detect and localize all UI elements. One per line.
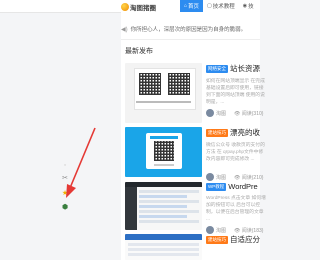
post-thumbnail[interactable] bbox=[125, 234, 202, 260]
qr-card-image bbox=[134, 68, 196, 110]
post-meta: 淘图 👁 阅读(183) bbox=[206, 226, 266, 234]
category-tag[interactable]: WP教程 bbox=[206, 182, 227, 191]
nav-item-label: 技术教程 bbox=[212, 4, 235, 10]
views-count: 阅读(310) bbox=[241, 110, 264, 117]
post-info: 建站技巧 漂亮的收 微信公众号 收款页的支付的方法 在 qrpay.php文件中… bbox=[206, 127, 266, 181]
category-tag[interactable]: 建站技巧 bbox=[206, 235, 228, 244]
post-views: 👁 阅读(183) bbox=[234, 227, 264, 234]
notice-bar: ◀) 你所担心人，深层次的原因是因为自身的脆弱。 bbox=[121, 25, 247, 34]
post-thumbnail[interactable] bbox=[125, 127, 202, 177]
payment-card-image bbox=[146, 133, 182, 169]
views-count: 阅读(210) bbox=[241, 174, 264, 181]
qr-code-icon bbox=[168, 73, 190, 95]
site-logo[interactable]: 淘图猪圈 bbox=[121, 2, 156, 12]
post-card[interactable]: 建站技巧 漂亮的收 微信公众号 收款页的支付的方法 在 qrpay.php文件中… bbox=[125, 127, 265, 181]
post-excerpt: 如何在网站顶端显示 在完成基础设置后即可使用，链接到下面的网站顶端 使用的说明是… bbox=[206, 79, 265, 105]
post-info: 建站技巧 自适应分 bbox=[206, 234, 266, 245]
shield-icon[interactable]: ⬢ bbox=[61, 204, 69, 212]
post-meta: 淘图 👁 阅读(310) bbox=[206, 109, 266, 117]
post-info: 网络安全 站长资源 如何在网站顶端显示 在完成基础设置后即可使用，链接到下面的网… bbox=[206, 63, 266, 117]
post-card[interactable]: 网络安全 站长资源 如何在网站顶端显示 在完成基础设置后即可使用，链接到下面的网… bbox=[125, 63, 265, 125]
avatar bbox=[206, 226, 214, 234]
post-info: WP教程 WordPre WordPress 点击文章 如何增加的按钮可以 后台… bbox=[206, 182, 266, 234]
post-thumbnail[interactable] bbox=[125, 182, 202, 230]
tools-icon[interactable]: ✂ bbox=[61, 175, 69, 183]
category-tag[interactable]: 网络安全 bbox=[206, 64, 228, 73]
speaker-icon: ◀) bbox=[121, 26, 128, 33]
post-views: 👁 阅读(310) bbox=[234, 110, 264, 117]
post-title[interactable]: 自适应分 bbox=[230, 234, 260, 245]
post-views: 👁 阅读(210) bbox=[234, 174, 264, 181]
post-title[interactable]: 漂亮的收 bbox=[230, 127, 260, 138]
file-icon[interactable]: ▫ bbox=[61, 162, 69, 170]
post-meta: 淘图 👁 阅读(210) bbox=[206, 173, 266, 181]
post-title[interactable]: WordPre bbox=[228, 182, 257, 191]
main-nav: ⌂ 首页 ▢ 技术教程 ◉ 技 bbox=[180, 0, 258, 12]
divider bbox=[121, 39, 260, 40]
qr-code-icon bbox=[154, 141, 174, 161]
post-author[interactable]: 淘图 bbox=[216, 227, 226, 234]
post-thumbnail[interactable] bbox=[125, 63, 202, 123]
nav-item-home[interactable]: ⌂ 首页 bbox=[180, 0, 204, 12]
thumbnail-caption-line bbox=[136, 101, 191, 103]
nav-item-more[interactable]: ◉ 技 bbox=[239, 0, 258, 12]
post-author[interactable]: 淘图 bbox=[216, 110, 226, 117]
list-screenshot bbox=[128, 243, 199, 258]
qr-code-icon bbox=[139, 73, 161, 95]
post-excerpt: WordPress 点击文章 如何增加的按钮可以 后台可以控制，以便在后台管理的… bbox=[206, 196, 266, 222]
post-card[interactable]: 建站技巧 自适应分 bbox=[125, 234, 260, 260]
main-content: ◀) 你所担心人，深层次的原因是因为自身的脆弱。 最新发布 网络安全 站长资源 … bbox=[121, 12, 266, 260]
user-icon: ◉ bbox=[242, 3, 248, 9]
notice-text: 你所担心人，深层次的原因是因为自身的脆弱。 bbox=[130, 27, 247, 33]
nav-item-label: 首页 bbox=[188, 4, 200, 10]
nav-item-tutorials[interactable]: ▢ 技术教程 bbox=[203, 0, 239, 12]
logo-icon bbox=[121, 2, 129, 11]
avatar bbox=[206, 109, 214, 117]
category-tag[interactable]: 建站技巧 bbox=[206, 128, 228, 137]
document-icon: ▢ bbox=[207, 3, 212, 9]
home-icon: ⌂ bbox=[184, 3, 188, 9]
admin-screenshot bbox=[139, 190, 199, 225]
views-count: 阅读(183) bbox=[241, 227, 264, 234]
avatar bbox=[206, 173, 214, 181]
post-card[interactable]: WP教程 WordPre WordPress 点击文章 如何增加的按钮可以 后台… bbox=[125, 182, 266, 234]
section-title: 最新发布 bbox=[125, 48, 153, 55]
logo-text: 淘图猪圈 bbox=[130, 4, 156, 12]
post-author[interactable]: 淘图 bbox=[216, 174, 226, 181]
post-title[interactable]: 站长资源 bbox=[230, 63, 260, 74]
star-icon[interactable]: ★ bbox=[61, 190, 69, 198]
post-excerpt: 微信公众号 收款页的支付的方法 在 qrpay.php文件中修改内容即可完成修改… bbox=[206, 143, 265, 162]
nav-item-label: 技 bbox=[248, 4, 254, 10]
